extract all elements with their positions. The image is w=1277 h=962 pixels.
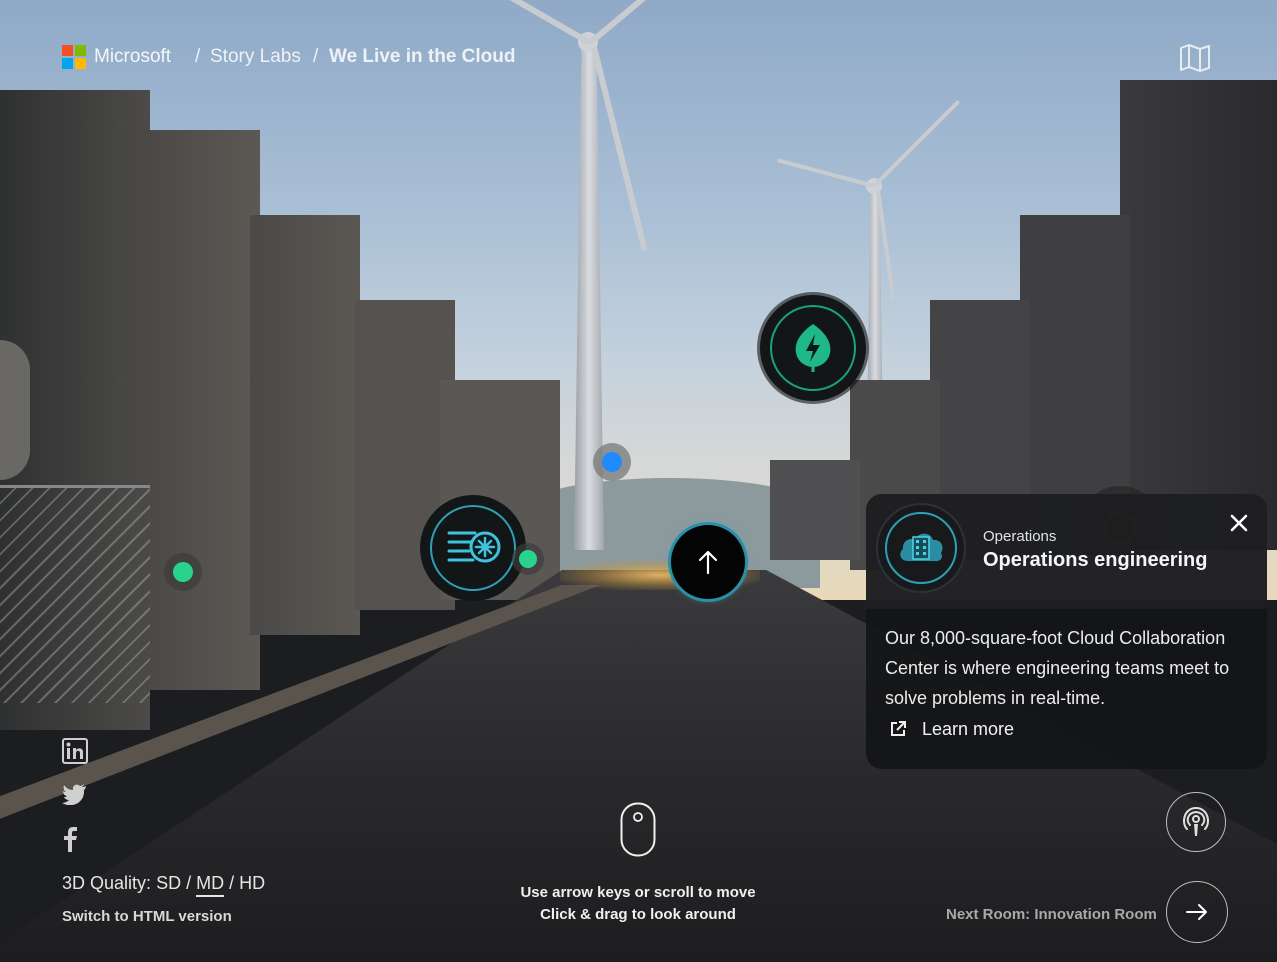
breadcrumb-separator: / xyxy=(195,46,201,67)
cloud-building-icon xyxy=(876,503,966,593)
energy-hotspot[interactable] xyxy=(760,295,866,401)
tank xyxy=(0,340,30,480)
mouse-icon xyxy=(620,802,656,857)
info-card: Operations Operations engineering Our 8,… xyxy=(866,494,1267,769)
hint-look: Click & drag to look around xyxy=(540,906,736,923)
quality-label: 3D Quality: xyxy=(62,873,152,893)
info-point[interactable] xyxy=(164,553,202,591)
staircase xyxy=(0,485,150,703)
cooling-hotspot[interactable] xyxy=(420,495,526,601)
audio-podcast-button[interactable] xyxy=(1166,792,1226,852)
datacenter-building xyxy=(140,130,260,690)
navigation-point[interactable] xyxy=(593,443,631,481)
twitter-icon[interactable] xyxy=(62,783,90,811)
next-room-label[interactable]: Next Room: Innovation Room xyxy=(946,906,1157,923)
hint-move: Use arrow keys or scroll to move xyxy=(520,884,756,901)
quality-option-hd[interactable]: HD xyxy=(239,873,265,893)
close-icon[interactable] xyxy=(1228,512,1250,534)
next-room-button[interactable] xyxy=(1166,881,1228,943)
logo-square-green xyxy=(75,45,86,56)
datacenter-building xyxy=(1120,80,1277,550)
breadcrumb-current: We Live in the Cloud xyxy=(329,46,516,67)
datacenter-building xyxy=(770,460,860,560)
learn-more-label: Learn more xyxy=(922,718,1015,739)
server-cooling-icon xyxy=(447,531,501,563)
datacenter-building xyxy=(250,215,360,635)
move-forward-button[interactable] xyxy=(671,525,745,599)
breadcrumb-separator: / xyxy=(313,46,319,67)
facebook-icon[interactable] xyxy=(62,826,90,854)
external-link-icon xyxy=(891,721,906,736)
breadcrumb-story-labs[interactable]: Story Labs xyxy=(210,46,301,68)
info-point[interactable] xyxy=(512,543,544,575)
quality-separator: / xyxy=(186,873,192,893)
quality-option-md[interactable]: MD xyxy=(196,873,225,897)
quality-option-sd[interactable]: SD xyxy=(156,873,181,893)
leaf-lightning-icon xyxy=(795,324,831,372)
logo-square-yellow xyxy=(75,58,86,69)
logo-square-blue xyxy=(62,58,73,69)
microsoft-logo-icon[interactable] xyxy=(62,45,86,69)
switch-to-html-link[interactable]: Switch to HTML version xyxy=(62,908,232,925)
learn-more-link[interactable]: Learn more xyxy=(888,716,1014,742)
quality-selector: 3D Quality: SD / MD / HD xyxy=(62,873,265,897)
quality-separator: / xyxy=(229,873,235,893)
map-icon[interactable] xyxy=(1178,42,1212,74)
arrow-up-icon xyxy=(698,550,718,575)
logo-square-red xyxy=(62,45,73,56)
linkedin-icon[interactable] xyxy=(62,738,90,766)
arrow-right-icon xyxy=(1186,904,1207,920)
podcast-icon xyxy=(1183,806,1209,836)
cloud-shape xyxy=(900,533,943,562)
brand-name[interactable]: Microsoft xyxy=(94,46,171,68)
info-card-category: Operations xyxy=(983,528,1057,545)
info-card-title: Operations engineering xyxy=(983,549,1208,571)
info-card-description: Our 8,000-square-foot Cloud Collaboratio… xyxy=(885,628,1230,708)
